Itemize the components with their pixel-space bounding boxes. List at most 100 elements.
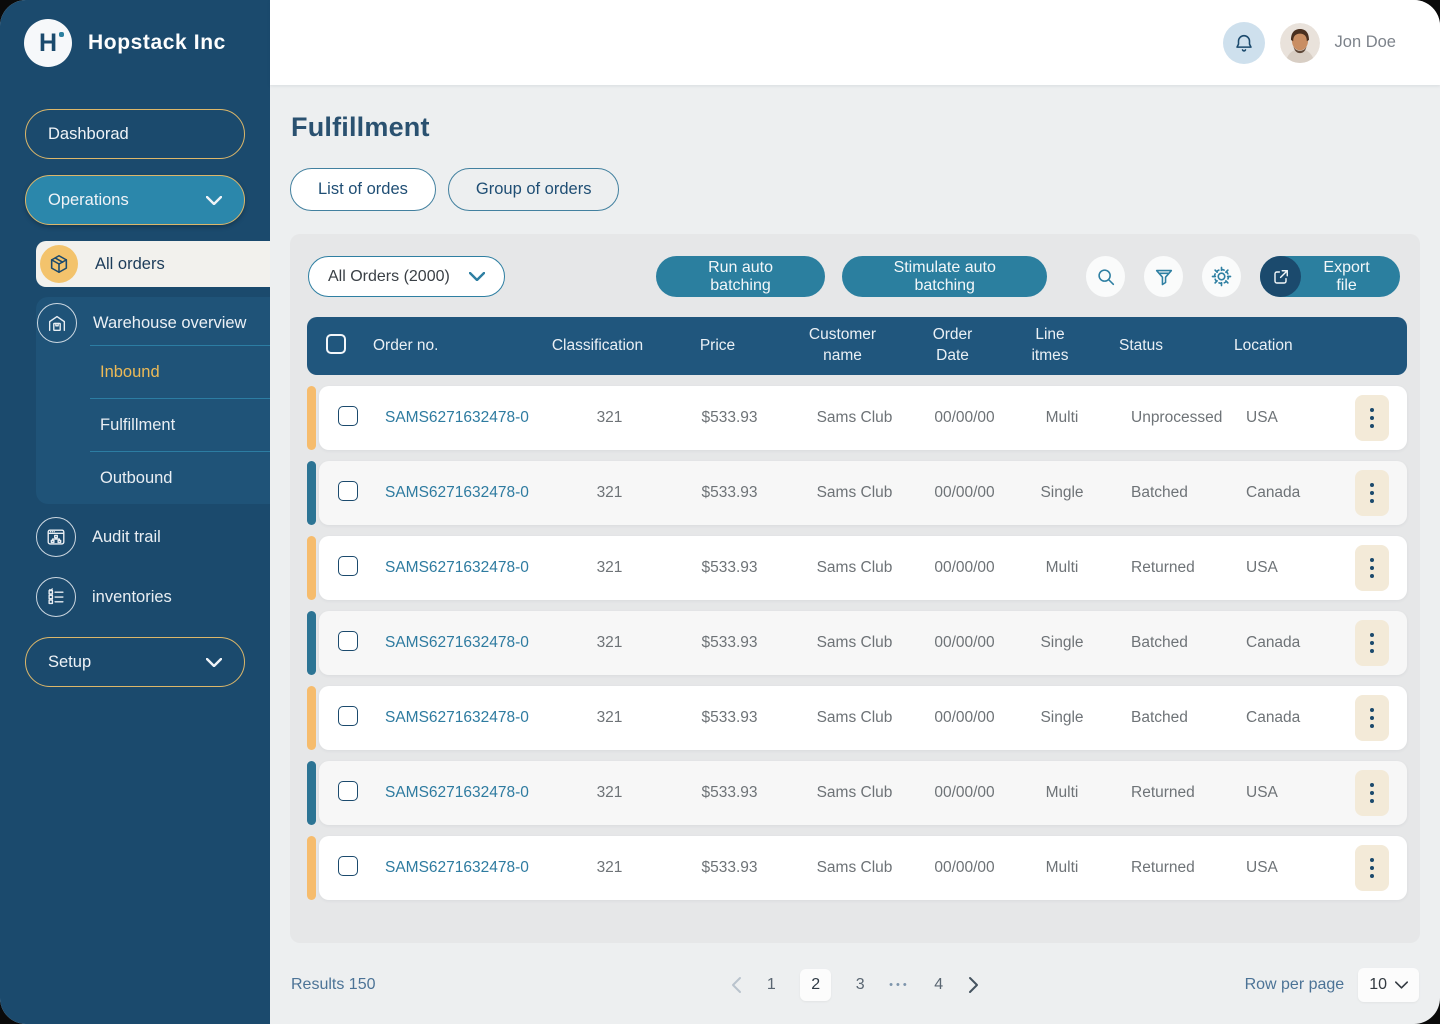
classification-cell: 321 (596, 559, 623, 576)
row-checkbox[interactable] (338, 480, 358, 501)
sidebar-item-label: Warehouse overview (93, 313, 247, 332)
price-cell: $533.93 (701, 409, 758, 426)
classification-cell: 321 (596, 859, 623, 876)
pagination-next-icon[interactable] (968, 976, 979, 994)
row-actions-kebab-button[interactable] (1355, 620, 1389, 666)
row-actions-kebab-button[interactable] (1355, 695, 1389, 741)
run-auto-batching-button[interactable]: Run auto batching (655, 256, 826, 297)
orders-filter-value: All Orders (2000) (328, 267, 450, 285)
chevron-down-icon (1395, 981, 1408, 989)
line-items-cell: Multi (1045, 559, 1079, 576)
row-actions-kebab-button[interactable] (1355, 395, 1389, 441)
export-file-button[interactable]: Export file (1260, 256, 1401, 297)
sidebar-item-fulfillment[interactable]: Fulfillment (90, 398, 270, 451)
location-cell: Canada (1246, 634, 1301, 651)
hopstack-logo-icon: H (24, 19, 72, 67)
sidebar-item-inbound[interactable]: Inbound (90, 345, 270, 398)
row-accent-bar (307, 686, 316, 750)
status-cell: Returned (1131, 859, 1195, 876)
orders-panel: All Orders (2000) Run auto batching Stim… (290, 234, 1420, 943)
row-accent-bar (307, 386, 316, 450)
row-actions-kebab-button[interactable] (1355, 470, 1389, 516)
rows-per-page-select[interactable]: 10 (1358, 968, 1419, 1002)
main-area: Jon Doe Fulfillment List of ordes Group … (270, 0, 1440, 1024)
audit-trail-icon (36, 517, 76, 557)
row-checkbox[interactable] (338, 405, 358, 426)
sidebar-item-operations[interactable]: Operations (25, 175, 245, 225)
order-number-link[interactable]: SAMS6271632478-0 (385, 559, 529, 576)
search-button[interactable] (1086, 256, 1126, 297)
sidebar-item-audit-trail[interactable]: Audit trail (36, 510, 270, 564)
stimulate-auto-batching-button[interactable]: Stimulate auto batching (842, 256, 1048, 297)
row-checkbox[interactable] (338, 705, 358, 726)
customer-name-cell: Sams Club (816, 784, 893, 801)
row-actions-kebab-button[interactable] (1355, 845, 1389, 891)
location-cell: USA (1246, 559, 1278, 576)
tab-list-of-orders[interactable]: List of ordes (290, 168, 436, 211)
order-number-link[interactable]: SAMS6271632478-0 (385, 859, 529, 876)
price-cell: $533.93 (701, 709, 758, 726)
pagination-prev-icon[interactable] (731, 976, 742, 994)
rows-per-page: Row per page 10 (1179, 968, 1419, 1002)
row-checkbox[interactable] (338, 855, 358, 876)
sidebar-item-outbound[interactable]: Outbound (90, 451, 270, 504)
order-date-cell: 00/00/00 (934, 709, 995, 726)
sidebar-item-label: All orders (95, 254, 165, 273)
sidebar-item-setup[interactable]: Setup (25, 637, 245, 687)
column-header: Location (1234, 336, 1293, 354)
warehouse-section: Warehouse overview Inbound Fulfillment O… (36, 297, 270, 504)
notifications-button[interactable] (1222, 21, 1265, 64)
select-all-checkbox[interactable] (326, 333, 346, 354)
row-checkbox[interactable] (338, 780, 358, 801)
classification-cell: 321 (596, 634, 623, 651)
order-number-link[interactable]: SAMS6271632478-0 (385, 409, 529, 426)
avatar[interactable] (1279, 22, 1320, 63)
sidebar-item-label: Fulfillment (100, 415, 176, 434)
sidebar-item-dashboard[interactable]: Dashborad (25, 109, 245, 159)
sidebar-item-all-orders[interactable]: All orders (36, 241, 270, 287)
table-row: SAMS6271632478-0 321 $533.93 Sams Club 00/00… (307, 761, 1407, 825)
order-number-link[interactable]: SAMS6271632478-0 (385, 784, 529, 801)
classification-cell: 321 (596, 409, 623, 426)
pagination-pages: 1 2 3 ••• 4 (764, 969, 945, 1001)
pagination-page-current[interactable]: 2 (800, 969, 832, 1001)
price-cell: $533.93 (701, 559, 758, 576)
bell-icon (1235, 34, 1252, 52)
price-cell: $533.93 (701, 784, 758, 801)
pagination-page[interactable]: 1 (764, 976, 778, 994)
table-row: SAMS6271632478-0 321 $533.93 Sams Club 00/00… (307, 686, 1407, 750)
status-cell: Batched (1131, 484, 1188, 501)
sidebar-nav: Dashborad Operations All orders Warehous… (0, 109, 270, 703)
view-tabs: List of ordes Group of orders (290, 168, 1420, 211)
row-actions-kebab-button[interactable] (1355, 545, 1389, 591)
pagination-ellipsis[interactable]: ••• (889, 979, 910, 991)
classification-cell: 321 (596, 784, 623, 801)
orders-filter-select[interactable]: All Orders (2000) (308, 256, 505, 297)
order-number-link[interactable]: SAMS6271632478-0 (385, 709, 529, 726)
order-number-link[interactable]: SAMS6271632478-0 (385, 484, 529, 501)
row-checkbox[interactable] (338, 630, 358, 651)
sidebar-item-warehouse-overview[interactable]: Warehouse overview (36, 297, 270, 345)
sidebar-item-inventories[interactable]: inventories (36, 570, 270, 624)
tab-group-of-orders[interactable]: Group of orders (447, 168, 620, 211)
status-cell: Unprocessed (1131, 409, 1223, 426)
table-row: SAMS6271632478-0 321 $533.93 Sams Club 00/00… (307, 836, 1407, 900)
sidebar: H Hopstack Inc Dashborad Operations All … (0, 0, 270, 1024)
pagination-page[interactable]: 4 (932, 976, 946, 994)
table-footer: Results 150 1 2 3 ••• 4 Row per page 10 (290, 968, 1420, 1002)
location-cell: Canada (1246, 484, 1301, 501)
row-checkbox[interactable] (338, 555, 358, 576)
pagination: 1 2 3 ••• 4 (531, 969, 1179, 1001)
settings-button[interactable] (1202, 256, 1242, 297)
rows-per-page-label: Row per page (1244, 976, 1345, 993)
column-header: Order Date (932, 326, 973, 364)
order-number-link[interactable]: SAMS6271632478-0 (385, 634, 529, 651)
row-actions-kebab-button[interactable] (1355, 770, 1389, 816)
rows-per-page-value: 10 (1369, 976, 1387, 993)
line-items-cell: Single (1040, 484, 1084, 501)
order-date-cell: 00/00/00 (934, 559, 995, 576)
row-accent-bar (307, 536, 316, 600)
filter-button[interactable] (1144, 256, 1184, 297)
pagination-page[interactable]: 3 (853, 976, 867, 994)
line-items-cell: Multi (1045, 784, 1079, 801)
